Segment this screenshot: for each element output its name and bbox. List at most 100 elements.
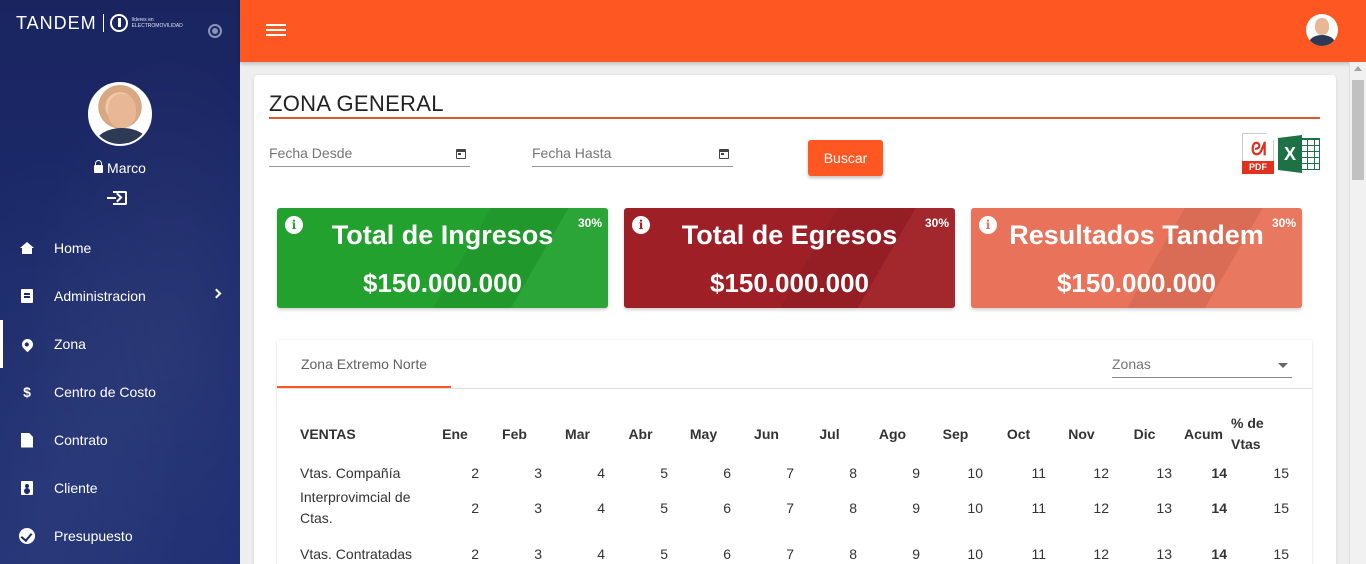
stat-title: Resultados Tandem <box>1009 220 1264 250</box>
dropdown-caret-icon <box>1278 363 1288 368</box>
pdf-export-icon[interactable]: ᘛ PDF <box>1242 133 1274 175</box>
sidebar-toggle-icon[interactable] <box>208 24 222 38</box>
table-cell: 4 <box>597 465 605 481</box>
sidebar-item-cliente[interactable]: Cliente <box>0 464 240 512</box>
table-cell: 5 <box>660 500 668 516</box>
scroll-thumb[interactable] <box>1352 80 1364 180</box>
table-cell: 15 <box>1273 500 1289 516</box>
table-header-row: VENTAS Ene Feb Mar Abr May Jun Jul Ago Sep Oct Nov D… <box>300 406 1289 462</box>
table-cell: 3 <box>534 500 542 516</box>
brand-logo[interactable]: TANDEM líderes en ELECTROMOVILIDAD <box>16 12 186 34</box>
column-header: Abr <box>628 426 653 442</box>
table-cell: 13 <box>1156 465 1172 481</box>
sidebar-item-label: Zona <box>54 336 86 352</box>
sidebar-nav: Home Administracion Zona $ Centro de Cos… <box>0 224 240 560</box>
stat-card-resultados: i 30% Resultados Tandem $150.000.000 <box>971 208 1302 308</box>
table-cell: 12 <box>1093 465 1109 481</box>
user-avatar[interactable] <box>1306 14 1338 46</box>
stat-value: $150.000.000 <box>1056 268 1217 298</box>
brand-tagline: líderes en ELECTROMOVILIDAD <box>131 17 183 29</box>
brand-name: TANDEM <box>16 12 97 33</box>
sidebar-item-label: Presupuesto <box>54 528 133 544</box>
sidebar-item-presupuesto[interactable]: Presupuesto <box>0 512 240 560</box>
table-row: Vtas. Compañía 2 3 4 5 6 7 8 9 10 11 12 13 14 15 <box>300 462 1289 484</box>
lock-icon <box>94 160 104 173</box>
home-icon <box>18 239 36 257</box>
calendar-icon[interactable] <box>719 149 729 159</box>
table-cell: 12 <box>1093 546 1109 562</box>
fecha-desde-field[interactable]: Fecha Desde <box>269 145 470 167</box>
sidebar-item-home[interactable]: Home <box>0 224 240 272</box>
stat-card-egresos: i 30% Total de Egresos $150.000.000 <box>624 208 955 308</box>
stat-value: $150.000.000 <box>709 268 870 298</box>
file-icon <box>18 431 36 449</box>
table-row: Interprovimcial de Ctas. 2 3 4 5 6 7 8 9 10 11 12 13… <box>300 484 1289 532</box>
table-cell: 14 <box>1211 465 1227 481</box>
row-label: Vtas. Contratadas <box>300 545 413 562</box>
map-pin-icon <box>18 335 36 353</box>
zona-panel: Zona Extremo Norte Zonas VENTAS Ene Feb Mar… <box>277 340 1312 564</box>
column-header: Jun <box>754 426 779 442</box>
fecha-hasta-field[interactable]: Fecha Hasta <box>532 145 733 167</box>
column-header: Mar <box>565 426 590 442</box>
main-card: ZONA GENERAL Fecha Desde Fecha Hasta Bus… <box>254 75 1336 564</box>
logout-icon[interactable] <box>107 191 127 205</box>
check-circle-icon <box>18 527 36 545</box>
column-header: Nov <box>1068 426 1095 442</box>
table-cell: 15 <box>1273 546 1289 562</box>
page-scrollbar[interactable] <box>1349 62 1366 564</box>
row-label: Interprovimcial de Ctas. <box>300 489 411 526</box>
sidebar-item-centro-de-costo[interactable]: $ Centro de Costo <box>0 368 240 416</box>
column-header: % de Vtas <box>1231 415 1264 452</box>
sidebar-item-zona[interactable]: Zona <box>0 320 240 368</box>
table-cell: 11 <box>1031 546 1046 562</box>
sidebar-item-contrato[interactable]: Contrato <box>0 416 240 464</box>
brand-divider <box>102 14 104 32</box>
table-cell: 6 <box>723 465 731 481</box>
stat-card-ingresos: i 30% Total de Ingresos $150.000.000 <box>277 208 608 308</box>
table-cell: 2 <box>471 546 479 562</box>
table-cell: 4 <box>597 500 605 516</box>
fecha-desde-placeholder: Fecha Desde <box>269 145 353 161</box>
chevron-right-icon <box>211 288 222 299</box>
table-cell: 13 <box>1156 546 1172 562</box>
table-cell: 12 <box>1093 500 1109 516</box>
table-cell: 3 <box>534 546 542 562</box>
table-cell: 6 <box>723 546 731 562</box>
table-cell: 4 <box>597 546 605 562</box>
table-cell: 8 <box>849 500 857 516</box>
profile-avatar <box>88 82 152 146</box>
calendar-icon[interactable] <box>456 149 466 159</box>
table-cell: 8 <box>849 546 857 562</box>
table-cell: 5 <box>660 546 668 562</box>
ventas-table: VENTAS Ene Feb Mar Abr May Jun Jul Ago Sep Oct Nov D… <box>300 406 1289 564</box>
sidebar-item-administracion[interactable]: Administracion <box>0 272 240 320</box>
menu-icon[interactable] <box>266 24 286 26</box>
table-cell: 7 <box>786 465 794 481</box>
table-cell: 15 <box>1273 465 1289 481</box>
title-divider <box>269 117 1320 119</box>
table-cell: 7 <box>786 500 794 516</box>
row-label: Vtas. Compañía <box>300 464 401 481</box>
column-header: Jul <box>819 426 840 442</box>
clipboard-icon <box>18 287 36 305</box>
stat-title: Total de Egresos <box>681 220 898 250</box>
buscar-button[interactable]: Buscar <box>808 140 883 176</box>
scroll-up-icon[interactable] <box>1354 66 1362 71</box>
column-header: Ago <box>878 426 907 442</box>
stat-value: $150.000.000 <box>362 268 523 298</box>
stat-title: Total de Ingresos <box>331 220 554 250</box>
excel-export-icon[interactable]: X <box>1278 135 1320 173</box>
table-cell: 11 <box>1031 465 1046 481</box>
zonas-placeholder: Zonas <box>1112 356 1151 372</box>
pdf-label: PDF <box>1242 161 1274 174</box>
tab-zona-extremo-norte[interactable]: Zona Extremo Norte <box>277 340 451 388</box>
table-cell: 3 <box>534 465 542 481</box>
column-header: Sep <box>942 426 969 442</box>
table-cell: 5 <box>660 465 668 481</box>
fecha-hasta-placeholder: Fecha Hasta <box>532 145 612 161</box>
zonas-select[interactable]: Zonas <box>1112 356 1292 378</box>
column-header: Feb <box>502 426 527 442</box>
sidebar-item-label: Contrato <box>54 432 108 448</box>
column-header: Acum <box>1184 426 1223 442</box>
